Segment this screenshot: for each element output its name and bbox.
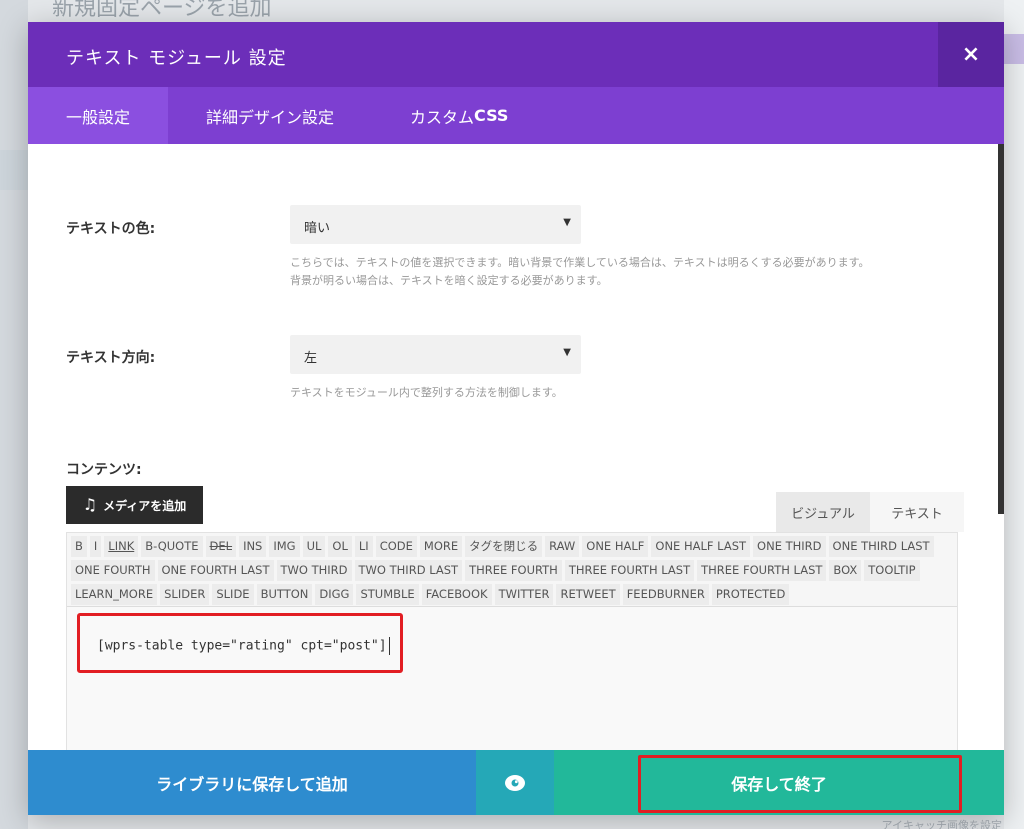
quicktag-button[interactable]: B [71, 536, 87, 557]
quicktag-button[interactable]: RETWEET [556, 584, 620, 605]
save-and-exit-button[interactable]: 保存して終了 [554, 750, 1004, 815]
content-textarea[interactable]: [wprs-table type="rating" cpt="post"] [67, 607, 957, 754]
quicktag-button[interactable]: CODE [375, 536, 417, 557]
quicktag-button[interactable]: ONE HALF LAST [651, 536, 751, 557]
modal-body[interactable]: テキストの色: 暗い ▼ こちらでは、テキストの値を選択できます。暗い背景で作業… [28, 144, 1004, 754]
quicktag-button[interactable]: TWO THIRD LAST [354, 560, 463, 581]
backdrop-right-panel [1004, 0, 1024, 829]
save-to-library-label: ライブラリに保存して追加 [156, 774, 348, 794]
quicktag-button[interactable]: FACEBOOK [421, 584, 492, 605]
quicktag-button[interactable]: LI [354, 536, 373, 557]
tab-advanced-design-label: 詳細デザイン設定 [206, 107, 335, 127]
quicktag-button[interactable]: TWO THIRD [276, 560, 352, 581]
tab-custom-css-prefix: カスタム [410, 107, 475, 127]
quicktag-button[interactable]: SLIDER [160, 584, 210, 605]
text-direction-label: テキスト方向: [66, 350, 156, 366]
tab-visual-label: ビジュアル [791, 506, 855, 522]
quicktag-button[interactable]: LEARN_MORE [71, 584, 158, 605]
save-to-library-button[interactable]: ライブラリに保存して追加 [28, 750, 476, 815]
editor-mode-tabs: ビジュアル テキスト [776, 492, 964, 532]
media-icon: ♫ [82, 495, 98, 514]
quicktags-toolbar: B I LINK B-QUOTE DEL INS IMG UL OL LI CODE MORE タグを閉… [71, 535, 955, 607]
quicktag-button[interactable]: INS [239, 536, 267, 557]
modal-footer: ライブラリに保存して追加 保存して終了 [28, 750, 1004, 815]
quicktag-button[interactable]: DIGG [315, 584, 354, 605]
quicktag-button[interactable]: IMG [269, 536, 300, 557]
quicktag-button[interactable]: MORE [419, 536, 463, 557]
dropdown-arrow-icon: ▼ [563, 347, 571, 358]
preview-button[interactable] [476, 750, 554, 815]
quicktag-button[interactable]: ONE THIRD [753, 536, 826, 557]
quicktag-button[interactable]: TOOLTIP [864, 560, 920, 581]
backdrop-sidebar-strip [0, 150, 28, 190]
text-color-value: 暗い [304, 221, 331, 236]
quicktag-button[interactable]: UL [302, 536, 326, 557]
quicktag-button[interactable]: タグを閉じる [465, 536, 543, 557]
add-media-label: メディアを追加 [103, 498, 187, 513]
tab-visual[interactable]: ビジュアル [776, 492, 870, 532]
settings-tabs: 一般設定 詳細デザイン設定 カスタム CSS [28, 87, 1004, 144]
tab-general[interactable]: 一般設定 [28, 87, 169, 144]
quicktag-button[interactable]: ONE FOURTH [71, 560, 155, 581]
tab-general-label: 一般設定 [66, 107, 131, 127]
quicktag-button[interactable]: I [89, 536, 102, 557]
text-color-select[interactable]: 暗い ▼ [290, 205, 581, 244]
content-shortcode-text: [wprs-table type="rating" cpt="post"] [97, 638, 387, 654]
add-media-button[interactable]: ♫ メディアを追加 [66, 486, 203, 524]
quicktag-button[interactable]: PROTECTED [711, 584, 790, 605]
content-shortcode: [wprs-table type="rating" cpt="post"] [97, 637, 390, 655]
tab-custom-css[interactable]: カスタム CSS [372, 87, 546, 144]
quicktag-button[interactable]: BOX [829, 560, 862, 581]
tab-custom-css-label: CSS [474, 106, 509, 125]
content-label: コンテンツ: [66, 462, 142, 478]
quicktag-button[interactable]: BUTTON [256, 584, 313, 605]
eye-icon [505, 774, 525, 791]
text-color-label: テキストの色: [66, 221, 156, 237]
close-button[interactable]: × [938, 22, 1004, 87]
quicktag-button[interactable]: ONE FOURTH LAST [157, 560, 274, 581]
quicktag-button[interactable]: RAW [545, 536, 580, 557]
quicktag-button[interactable]: THREE FOURTH LAST [697, 560, 827, 581]
quicktag-button[interactable]: LINK [104, 536, 139, 557]
text-direction-value: 左 [304, 351, 318, 366]
modal-header: テキスト モジュール 設定 × [28, 22, 1004, 87]
modal-title: テキスト モジュール 設定 [66, 48, 287, 69]
tab-text-label: テキスト [891, 506, 943, 522]
quicktag-button[interactable]: B-QUOTE [141, 536, 203, 557]
tab-advanced-design[interactable]: 詳細デザイン設定 [168, 87, 372, 144]
dropdown-arrow-icon: ▼ [563, 217, 571, 228]
quicktag-button[interactable]: ONE THIRD LAST [828, 536, 934, 557]
text-direction-select[interactable]: 左 ▼ [290, 335, 581, 374]
backdrop-right-tab [1004, 34, 1024, 64]
quicktag-button[interactable]: ONE HALF [582, 536, 649, 557]
text-color-help: こちらでは、テキストの値を選択できます。暗い背景で作業している場合は、テキストは… [290, 256, 870, 287]
quicktag-button[interactable]: OL [328, 536, 352, 557]
quicktag-button[interactable]: THREE FOURTH LAST [564, 560, 695, 581]
scrollbar[interactable] [998, 144, 1004, 514]
content-editor: B I LINK B-QUOTE DEL INS IMG UL OL LI CODE MORE タグを閉… [66, 532, 958, 754]
backdrop-page-title: 新規固定ページを追加 [52, 0, 272, 21]
text-direction-help: テキストをモジュール内で整列する方法を制御します。 [290, 386, 563, 399]
backdrop-footnote: アイキャッチ画像を設定 [881, 819, 1002, 829]
quicktag-button[interactable]: FEEDBURNER [622, 584, 709, 605]
text-module-settings-modal: テキスト モジュール 設定 × 一般設定 詳細デザイン設定 カスタム CSS テ… [28, 22, 1004, 815]
quicktag-button[interactable]: STUMBLE [356, 584, 419, 605]
close-icon: × [961, 42, 981, 67]
quicktag-button[interactable]: TWITTER [494, 584, 554, 605]
quicktag-button[interactable]: THREE FOURTH [465, 560, 562, 581]
quicktag-button[interactable]: SLIDE [212, 584, 254, 605]
quicktag-button[interactable]: DEL [205, 536, 237, 557]
text-caret [388, 637, 390, 655]
backdrop-sidebar [0, 0, 28, 829]
tab-text[interactable]: テキスト [870, 492, 964, 532]
save-highlight-box [638, 755, 962, 813]
